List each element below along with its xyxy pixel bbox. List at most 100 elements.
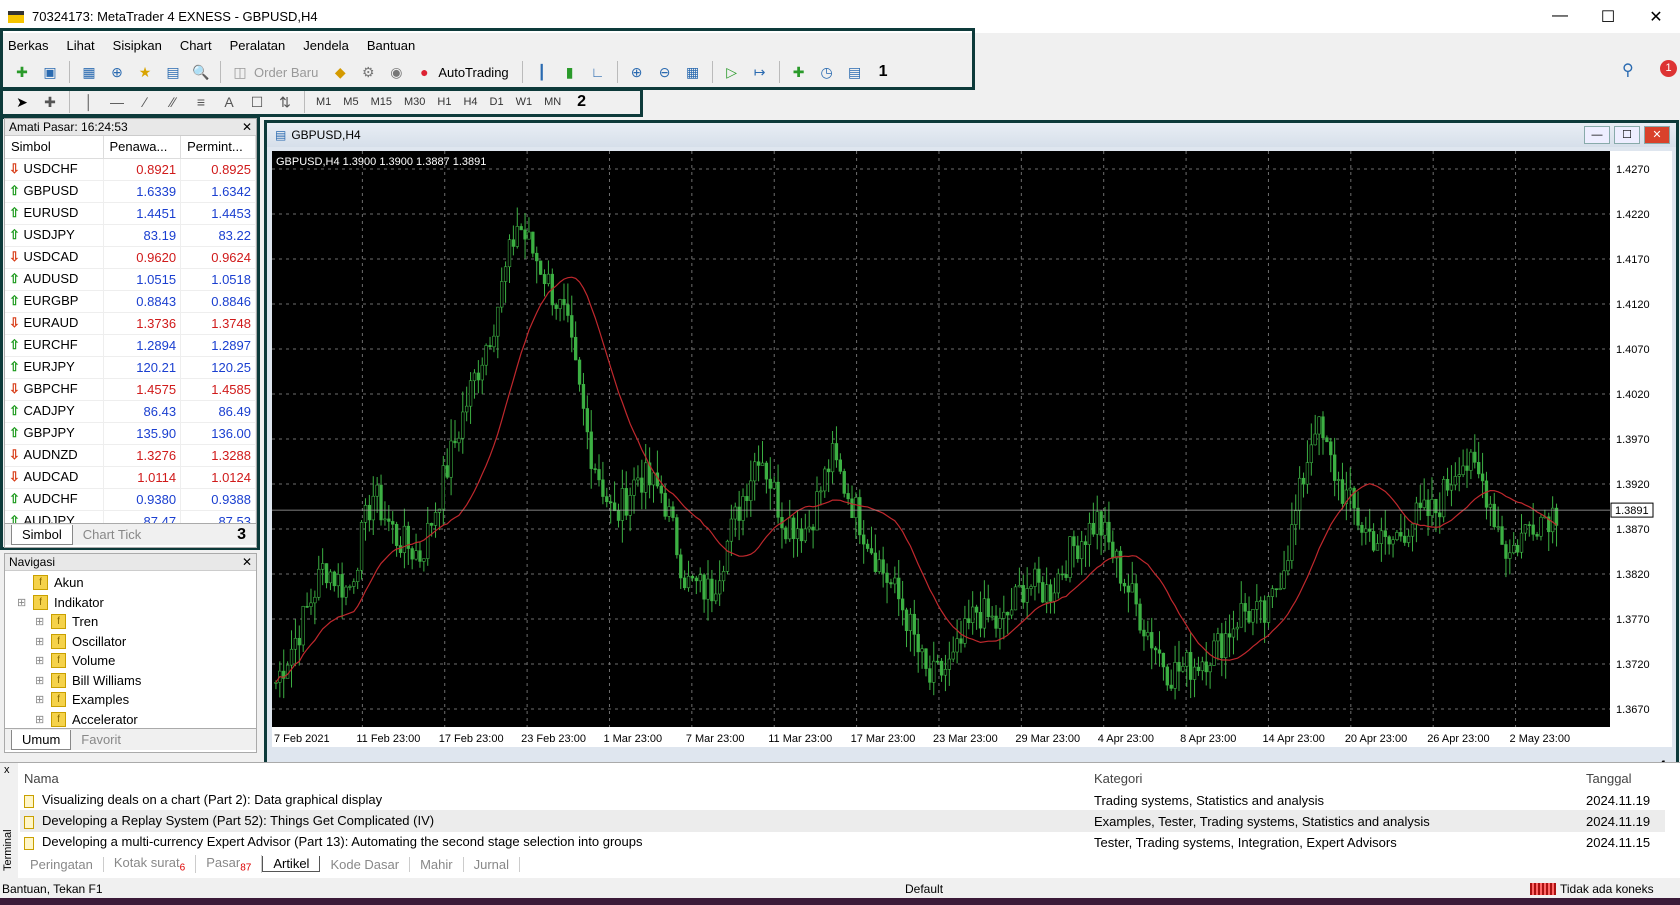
cursor-icon[interactable]: ➤ <box>11 91 33 113</box>
terminal-icon[interactable]: ▤ <box>162 61 184 83</box>
navigator-item[interactable]: ⊞ f Bill Williams <box>5 671 256 691</box>
column-header[interactable]: Simbol <box>5 136 104 159</box>
search-icon[interactable]: ⚲ <box>1622 60 1634 80</box>
tile-windows-icon[interactable]: ▦ <box>682 61 704 83</box>
close-panel-icon[interactable]: ✕ <box>242 120 252 134</box>
tab-jurnal[interactable]: Jurnal <box>464 856 521 872</box>
market-watch-row[interactable]: ⇩ GBPCHF 1.4575 1.4585 <box>5 378 256 401</box>
market-watch-row[interactable]: ⇧ GBPUSD 1.6339 1.6342 <box>5 180 256 203</box>
indicators-icon[interactable]: ✚ <box>788 61 810 83</box>
market-watch-row[interactable]: ⇩ AUDCAD 1.0114 1.0124 <box>5 466 256 489</box>
tab-peringatan[interactable]: Peringatan <box>20 856 104 872</box>
expand-icon[interactable]: ⊞ <box>35 713 51 726</box>
notification-badge[interactable]: 1 <box>1660 60 1677 77</box>
auto-scroll-icon[interactable]: ▷ <box>721 61 743 83</box>
close-panel-icon[interactable]: ✕ <box>242 555 252 569</box>
timeframe-m15[interactable]: M15 <box>371 96 392 108</box>
chart-close-button[interactable]: ✕ <box>1644 126 1670 144</box>
autotrading-button[interactable]: AutoTrading <box>438 65 508 80</box>
navigator-item[interactable]: ⊞ f Examples <box>5 690 256 710</box>
navigator-item[interactable]: ⊞ f Volume <box>5 651 256 671</box>
fibonacci-icon[interactable]: ≡ <box>190 91 212 113</box>
close-button[interactable]: ✕ <box>1632 7 1680 27</box>
article-row[interactable]: Developing a Replay System (Part 52): Th… <box>20 810 1665 832</box>
expand-icon[interactable]: ⊞ <box>35 693 51 706</box>
metaeditor-icon[interactable]: ◆ <box>329 61 351 83</box>
bar-chart-icon[interactable]: ┃ <box>531 61 553 83</box>
vertical-line-icon[interactable]: │ <box>78 91 100 113</box>
market-watch-row[interactable]: ⇧ EURGBP 0.8843 0.8846 <box>5 290 256 313</box>
navigator-item[interactable]: ⊞ f Indikator <box>5 593 256 613</box>
zoom-in-icon[interactable]: ⊕ <box>626 61 648 83</box>
expand-icon[interactable]: ⊞ <box>35 615 51 628</box>
arrows-icon[interactable]: ⇅ <box>274 91 296 113</box>
market-watch-row[interactable]: ⇧ AUDCHF 0.9380 0.9388 <box>5 488 256 511</box>
vps-icon[interactable]: ⚙ <box>357 61 379 83</box>
navigator-item[interactable]: ⊞ f Accelerator <box>5 710 256 729</box>
market-watch-row[interactable]: ⇧ AUDJPY 87.47 87.53 <box>5 510 256 523</box>
chart-minimize-button[interactable]: — <box>1584 126 1610 144</box>
article-row[interactable]: Visualizing deals on a chart (Part 2): D… <box>20 789 1665 811</box>
market-watch-row[interactable]: ⇧ EURJPY 120.21 120.25 <box>5 356 256 379</box>
timeframe-h4[interactable]: H4 <box>463 96 477 108</box>
tester-icon[interactable]: 🔍 <box>190 61 212 83</box>
navigator-icon[interactable]: ★ <box>134 61 156 83</box>
zoom-out-icon[interactable]: ⊖ <box>654 61 676 83</box>
market-watch-row[interactable]: ⇧ EURCHF 1.2894 1.2897 <box>5 334 256 357</box>
maximize-button[interactable]: ☐ <box>1584 7 1632 27</box>
timeframe-m1[interactable]: M1 <box>316 96 331 108</box>
market-watch-row[interactable]: ⇩ AUDNZD 1.3276 1.3288 <box>5 444 256 467</box>
column-header[interactable]: Kategori <box>1090 771 1580 786</box>
minimize-button[interactable]: — <box>1536 7 1584 27</box>
expand-icon[interactable]: ⊞ <box>35 635 51 648</box>
line-chart-icon[interactable]: ∟ <box>587 61 609 83</box>
menu-chart[interactable]: Chart <box>180 38 212 53</box>
menu-sisipkan[interactable]: Sisipkan <box>113 38 162 53</box>
timeframe-d1[interactable]: D1 <box>490 96 504 108</box>
tab-artikel[interactable]: Artikel <box>262 856 321 872</box>
crosshair-tool-icon[interactable]: ✚ <box>39 91 61 113</box>
tab-chart-tick[interactable]: Chart Tick <box>73 525 152 544</box>
horizontal-line-icon[interactable]: — <box>106 91 128 113</box>
profiles-icon[interactable]: ▣ <box>39 61 61 83</box>
navigator-item[interactable]: ⊞ f Tren <box>5 612 256 632</box>
tab-pasar[interactable]: Pasar87 <box>196 854 263 874</box>
expand-icon[interactable]: ⊞ <box>17 596 33 609</box>
text-icon[interactable]: A <box>218 91 240 113</box>
new-chart-icon[interactable]: ✚ <box>11 61 33 83</box>
menu-berkas[interactable]: Berkas <box>8 38 48 53</box>
column-header[interactable]: Penawa... <box>103 136 182 159</box>
article-row[interactable]: Developing a multi-currency Expert Advis… <box>20 831 1665 853</box>
market-watch-row[interactable]: ⇩ USDCHF 0.8921 0.8925 <box>5 158 256 181</box>
tab-favorites[interactable]: Favorit <box>71 730 131 749</box>
chart-maximize-button[interactable]: ☐ <box>1614 126 1640 144</box>
navigator-item[interactable]: f Akun <box>5 573 256 593</box>
tab-kode-dasar[interactable]: Kode Dasar <box>320 856 411 872</box>
crosshair-icon[interactable]: ⊕ <box>106 61 128 83</box>
equidistant-channel-icon[interactable]: ∕∕ <box>162 91 184 113</box>
timeframe-mn[interactable]: MN <box>544 96 561 108</box>
expand-icon[interactable]: ⊞ <box>35 654 51 667</box>
templates-icon[interactable]: ▤ <box>844 61 866 83</box>
market-watch-row[interactable]: ⇩ EURAUD 1.3736 1.3748 <box>5 312 256 335</box>
periods-icon[interactable]: ◷ <box>816 61 838 83</box>
tab-symbol[interactable]: Simbol <box>11 524 73 545</box>
menu-jendela[interactable]: Jendela <box>303 38 349 53</box>
new-order-button[interactable]: Order Baru <box>254 65 318 80</box>
text-label-icon[interactable]: ☐ <box>246 91 268 113</box>
market-watch-row[interactable]: ⇧ GBPJPY 135.90 136.00 <box>5 422 256 445</box>
price-chart[interactable]: 1.4270 1.4220 1.4170 1.4120 1.4070 1.4020 1.39… <box>272 151 1672 747</box>
new-order-icon[interactable]: ◫ <box>229 61 251 83</box>
menu-lihat[interactable]: Lihat <box>66 38 94 53</box>
tab-mahir[interactable]: Mahir <box>410 856 464 872</box>
column-header[interactable]: Tanggal <box>1580 771 1665 786</box>
market-watch-row[interactable]: ⇧ EURUSD 1.4451 1.4453 <box>5 202 256 225</box>
menu-bantuan[interactable]: Bantuan <box>367 38 415 53</box>
timeframe-w1[interactable]: W1 <box>516 96 533 108</box>
navigator-item[interactable]: ⊞ f Oscillator <box>5 632 256 652</box>
tab-kotak-surat[interactable]: Kotak surat6 <box>104 854 197 874</box>
expand-icon[interactable]: ⊞ <box>35 674 51 687</box>
market-watch-row[interactable]: ⇧ AUDUSD 1.0515 1.0518 <box>5 268 256 291</box>
market-watch-row[interactable]: ⇧ CADJPY 86.43 86.49 <box>5 400 256 423</box>
autotrading-icon[interactable]: ● <box>413 61 435 83</box>
